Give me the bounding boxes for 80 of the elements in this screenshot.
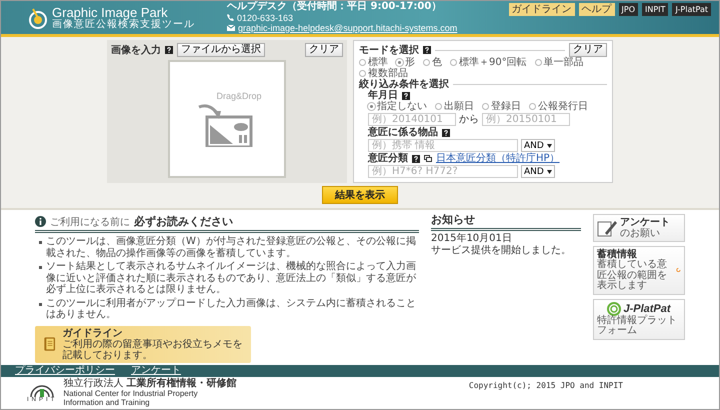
banner-title: 蓄積情報 [597, 249, 638, 260]
help-icon[interactable] [442, 128, 450, 136]
mode-radio[interactable]: 標準＋90°回転 [450, 57, 527, 68]
filter-title: 絞り込み条件を選択 [359, 79, 449, 90]
banner-subtitle: のお願い [620, 228, 661, 239]
nav-button[interactable]: JPO [618, 3, 638, 16]
operator-dropdown[interactable]: AND [521, 165, 555, 178]
help-icon[interactable] [165, 46, 173, 54]
pen-paper-icon [597, 219, 617, 237]
side-banner[interactable]: J-PlatPat 特許情報プラットフォーム [593, 298, 685, 340]
classification-label: 意匠分類 [368, 153, 408, 164]
footer-link[interactable]: アンケート [131, 365, 181, 377]
nav-button[interactable]: INPIT [642, 3, 668, 16]
info-icon [35, 216, 46, 227]
swirl-logo-icon [607, 302, 622, 316]
image-input-label: 画像を入力 [111, 44, 161, 57]
help-icon[interactable] [423, 46, 431, 54]
classification-link[interactable]: 日本意匠分類（特許庁HP） [436, 153, 560, 164]
side-banner[interactable]: アンケート のお願い [593, 214, 685, 242]
org-type: 独立行政法人 [63, 378, 124, 389]
mode-title: モードを選択 [359, 44, 419, 56]
copyright: Copyright(c); 2015 JPO and INPIT [468, 380, 623, 392]
news-title: お知らせ [431, 214, 581, 231]
help-icon[interactable] [402, 92, 410, 100]
org-english-name: National Center for Industrial Property Information and Training [63, 389, 199, 407]
date-radio[interactable]: 公報発行日 [529, 101, 588, 112]
phone-number: 0120-633-163 [237, 12, 294, 23]
classification-field[interactable]: 例）H7*6? H772? [368, 165, 518, 178]
banner-title: アンケート [620, 217, 670, 228]
logo-title: Graphic Image Park [52, 6, 169, 20]
guideline-description: ご利用の際の留意事項やお役立ちメモを記載しております。 [62, 338, 243, 360]
banner-subtitle: 蓄積している意匠公報の範囲を表示します [597, 260, 668, 292]
caret-icon [546, 170, 552, 174]
nav-button[interactable]: ヘルプ [578, 3, 615, 16]
phone-icon [227, 14, 234, 22]
guideline-banner[interactable]: ガイドライン ご利用の際の留意事項やお役立ちメモを記載しております。 [35, 326, 251, 362]
guideline-title: ガイドライン [62, 328, 124, 338]
banner-subtitle: 特許情報プラットフォーム [597, 316, 678, 336]
clear-button[interactable]: クリア [305, 43, 343, 57]
notice-item: このツールに利用者がアップロードした入力画像は、システム内に蓄積されることはありません。 [46, 298, 417, 320]
news-date: 2015年10月01日 [431, 233, 513, 245]
banner-title: J-PlatPat [623, 302, 671, 314]
date-label: 年月日 [368, 90, 398, 101]
news-text: サービス提供を開始しました。 [431, 245, 572, 257]
mortar-logo-icon [27, 7, 49, 30]
nav-button[interactable]: J-PlatPat [672, 3, 711, 16]
date-radio[interactable]: 登録日 [482, 101, 521, 112]
date-radio[interactable]: 指定しない [368, 101, 427, 112]
date-radio[interactable]: 出願日 [435, 101, 474, 112]
goods-label: 意匠に係る物品 [368, 127, 438, 138]
range-separator: から [459, 114, 479, 125]
notice-item: ソート結果として表示されるサムネイルイメージは、機械的な照合によって入力画像に近いと評価された順に表示されるものであり、意匠法上の「類似」する意匠が必ず上位に表示されるとは限りません。 [46, 261, 417, 296]
clear-button[interactable]: クリア [569, 43, 607, 57]
mode-radio[interactable]: 複数部品 [359, 68, 408, 79]
date-from-field[interactable]: 例）20140101 [368, 113, 456, 126]
file-select-button[interactable]: ファイルから選択 [177, 43, 265, 57]
help-icon[interactable] [412, 154, 420, 162]
mode-radio[interactable]: 形 [396, 57, 415, 68]
bullet-icon [39, 266, 42, 269]
date-to-field[interactable]: 例）20150101 [482, 113, 570, 126]
show-results-button[interactable]: 結果を表示 [322, 186, 398, 204]
notice-lead: ご利用になる前に [50, 216, 130, 228]
operator-dropdown[interactable]: AND [521, 139, 555, 152]
bullet-icon [39, 302, 42, 306]
footer-link[interactable]: プライバシーポリシー [15, 365, 115, 377]
mode-radio[interactable]: 標準 [359, 57, 388, 68]
caret-icon [546, 144, 552, 148]
org-name: 工業所有権情報・研修館 [126, 378, 237, 389]
side-banner[interactable]: 蓄積情報 蓄積している意匠公報の範囲を表示します [593, 246, 685, 294]
mode-radio[interactable]: 色 [423, 57, 442, 68]
drag-drop-label: Drag&Drop [216, 91, 262, 101]
mail-icon [227, 25, 235, 32]
logo-subtitle: 画像意匠公報検索支援ツール [52, 20, 195, 30]
nav-button[interactable]: ガイドライン [508, 3, 575, 16]
notice-title: 必ずお読みください [134, 214, 233, 229]
arch-logo-icon [29, 383, 56, 397]
notice-item: このツールは、画像意匠分類（W）が付与された登録意匠の公報と、その公報に掲載された、物品の操作画像等の画像を蓄積しています。 [46, 236, 417, 259]
new-window-icon [424, 155, 432, 162]
bullet-icon [39, 241, 42, 244]
mode-radio[interactable]: 単一部品 [534, 57, 584, 68]
